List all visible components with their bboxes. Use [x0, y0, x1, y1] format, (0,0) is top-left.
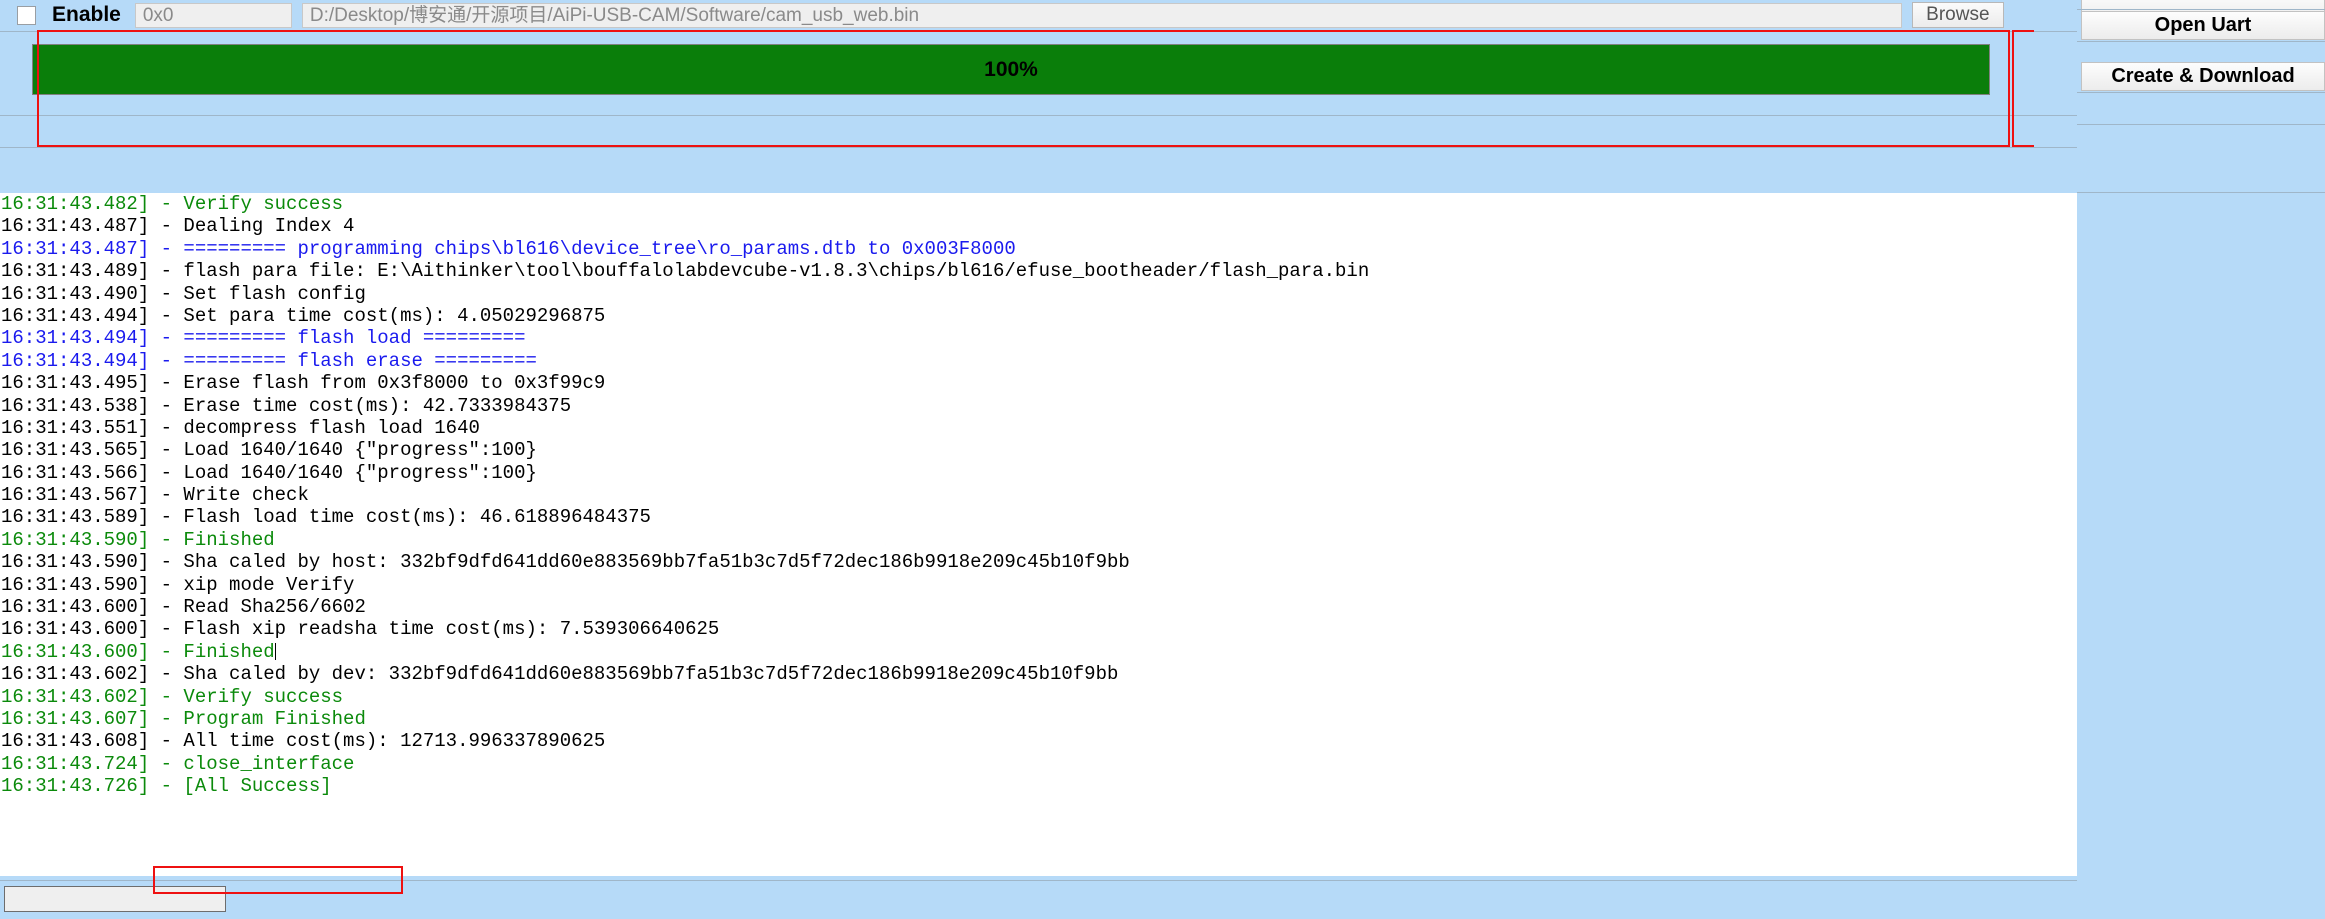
log-line-text: 16:31:43.567] - Write check — [1, 484, 309, 507]
side-divider-3 — [2077, 92, 2325, 93]
bottom-strip — [0, 876, 2077, 919]
log-line: 16:31:43.600] - Read Sha256/6602 — [0, 596, 2077, 618]
enable-checkbox-wrap — [0, 5, 52, 25]
log-console[interactable]: 16:31:43.482] - Verify success 16:31:43.4… — [0, 193, 2077, 876]
divider-mid — [0, 115, 2077, 116]
log-line-text: 16:31:43.724] - close_interface — [1, 752, 355, 775]
log-line: 16:31:43.566] - Load 1640/1640 {"progres… — [0, 462, 2077, 484]
log-line-text: 16:31:43.590] - xip mode Verify — [1, 573, 355, 596]
file-path-input[interactable]: D:/Desktop/博安通/开源项目/AiPi-USB-CAM/Softwar… — [301, 2, 1902, 28]
log-line: 16:31:43.494] - ========= flash load ===… — [0, 327, 2077, 349]
log-line: 16:31:43.495] - Erase flash from 0x3f800… — [0, 372, 2077, 394]
log-line-text: 16:31:43.600] - Finished — [1, 640, 275, 663]
log-line-text: 16:31:43.482] - Verify success — [1, 193, 344, 215]
log-line-text: 16:31:43.487] - Dealing Index 4 — [1, 215, 355, 238]
log-line: 16:31:43.494] - Set para time cost(ms): … — [0, 305, 2077, 327]
download-progress-bar: 100% — [32, 44, 1990, 95]
log-line-text: 16:31:43.489] - flash para file: E:\Aith… — [1, 260, 1370, 283]
progress-percent-label: 100% — [984, 57, 1038, 81]
side-action-panel: Open Uart Create & Download — [2077, 0, 2325, 919]
log-line-text: 16:31:43.487] - ========= programming ch… — [1, 237, 1016, 260]
log-line-text: 16:31:43.494] - ========= flash erase ==… — [1, 349, 537, 372]
log-line: 16:31:43.600] - Finished — [0, 641, 2077, 663]
enable-checkbox[interactable] — [16, 5, 36, 25]
log-line: 16:31:43.600] - Flash xip readsha time c… — [0, 618, 2077, 640]
side-divider-2 — [2077, 41, 2325, 42]
log-line: 16:31:43.607] - Program Finished — [0, 708, 2077, 730]
log-line: 16:31:43.724] - close_interface — [0, 753, 2077, 775]
log-line-text: 16:31:43.538] - Erase time cost(ms): 42.… — [1, 394, 572, 417]
log-line-text: 16:31:43.602] - Verify success — [1, 685, 344, 708]
log-line: 16:31:43.490] - Set flash config — [0, 283, 2077, 305]
log-line-text: 16:31:43.566] - Load 1640/1640 {"progres… — [1, 461, 537, 484]
log-line: 16:31:43.589] - Flash load time cost(ms)… — [0, 506, 2077, 528]
side-divider-5 — [2077, 192, 2325, 193]
side-divider-1 — [2077, 9, 2325, 10]
log-line-text: 16:31:43.600] - Flash xip readsha time c… — [1, 618, 720, 641]
log-line: 16:31:43.487] - ========= programming ch… — [0, 238, 2077, 260]
log-line-text: 16:31:43.590] - Finished — [1, 528, 275, 551]
log-line-text: 16:31:43.600] - Read Sha256/6602 — [1, 596, 366, 619]
log-line-text: 16:31:43.490] - Set flash config — [1, 282, 366, 305]
log-line: 16:31:43.489] - flash para file: E:\Aith… — [0, 260, 2077, 282]
log-line: 16:31:43.482] - Verify success — [0, 193, 2077, 215]
log-line: 16:31:43.494] - ========= flash erase ==… — [0, 350, 2077, 372]
log-line: 16:31:43.590] - Sha caled by host: 332bf… — [0, 551, 2077, 573]
log-line-text: 16:31:43.565] - Load 1640/1640 {"progres… — [1, 439, 537, 462]
app-window: Enable 0x0 D:/Desktop/博安通/开源项目/AiPi-USB-… — [0, 0, 2325, 919]
log-line-text: 16:31:43.602] - Sha caled by dev: 332bf9… — [1, 663, 1119, 686]
log-line: 16:31:43.602] - Sha caled by dev: 332bf9… — [0, 663, 2077, 685]
progress-area: 100% — [0, 31, 2077, 148]
log-line-text: 16:31:43.608] - All time cost(ms): 12713… — [1, 730, 606, 753]
log-line: 16:31:43.602] - Verify success — [0, 686, 2077, 708]
file-selection-toolbar: Enable 0x0 D:/Desktop/博安通/开源项目/AiPi-USB-… — [0, 0, 2077, 30]
log-line: 16:31:43.551] - decompress flash load 16… — [0, 417, 2077, 439]
text-caret — [274, 642, 276, 660]
address-input[interactable]: 0x0 — [134, 2, 292, 28]
horizontal-scrollbar-thumb[interactable] — [4, 886, 226, 912]
log-line: 16:31:43.565] - Load 1640/1640 {"progres… — [0, 439, 2077, 461]
log-line-text: 16:31:43.494] - Set para time cost(ms): … — [1, 304, 606, 327]
enable-label: Enable — [52, 3, 121, 26]
divider-bottom — [0, 147, 2077, 148]
side-divider-4 — [2077, 124, 2325, 125]
log-line: 16:31:43.567] - Write check — [0, 484, 2077, 506]
log-line: 16:31:43.608] - All time cost(ms): 12713… — [0, 730, 2077, 752]
create-and-download-button[interactable]: Create & Download — [2081, 62, 2325, 91]
browse-button[interactable]: Browse — [1911, 2, 2004, 28]
log-line-text: 16:31:43.607] - Program Finished — [1, 707, 366, 730]
log-line-text: 16:31:43.495] - Erase flash from 0x3f800… — [1, 372, 606, 395]
divider-top — [0, 31, 2077, 32]
log-line-text: 16:31:43.589] - Flash load time cost(ms)… — [1, 506, 651, 529]
log-line: 16:31:43.590] - Finished — [0, 529, 2077, 551]
log-line-text: 16:31:43.726] - [All Success] — [1, 775, 332, 798]
log-line: 16:31:43.538] - Erase time cost(ms): 42.… — [0, 395, 2077, 417]
log-line: 16:31:43.726] - [All Success] — [0, 775, 2077, 797]
horizontal-scrollbar-track[interactable] — [0, 880, 2077, 912]
log-line-text: 16:31:43.494] - ========= flash load ===… — [1, 327, 526, 350]
log-line-text: 16:31:43.551] - decompress flash load 16… — [1, 416, 480, 439]
log-line: 16:31:43.590] - xip mode Verify — [0, 574, 2077, 596]
log-line-text: 16:31:43.590] - Sha caled by host: 332bf… — [1, 551, 1130, 574]
log-line: 16:31:43.487] - Dealing Index 4 — [0, 215, 2077, 237]
open-uart-button[interactable]: Open Uart — [2081, 11, 2325, 40]
